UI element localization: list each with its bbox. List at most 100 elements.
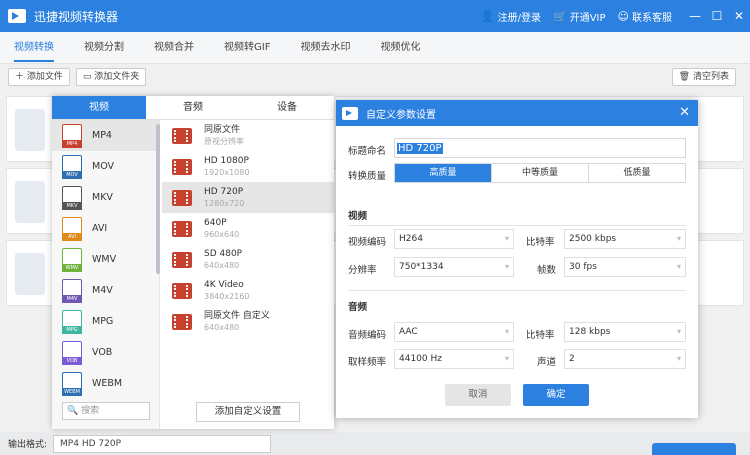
add-custom-settings-button[interactable]: 添加自定义设置 [196, 402, 300, 422]
format-item-mpg[interactable]: MPG MPG [52, 306, 159, 337]
chat-icon: ☺ [617, 9, 629, 23]
app-title: 迅捷视频转换器 [34, 9, 119, 24]
format-item-mp4[interactable]: MP4 MP4 [52, 120, 159, 151]
preset-item[interactable]: HD 720P 1280x720 [162, 182, 334, 213]
preset-resolution: 960x640 [204, 229, 240, 239]
vip-link[interactable]: 🛒 开通VIP [553, 9, 606, 24]
cancel-button[interactable]: 取消 [445, 384, 511, 406]
video-codec-value: H264 [399, 234, 423, 244]
preset-item[interactable]: 同原文件 自定义 640x480 [162, 306, 334, 337]
preset-item[interactable]: SD 480P 640x480 [162, 244, 334, 275]
sample-rate-select[interactable]: 44100 Hz ▾ [394, 349, 514, 369]
format-item-webm[interactable]: WEBM WEBM [52, 368, 159, 399]
quality-high-button[interactable]: 高质量 [395, 164, 491, 182]
maximize-button[interactable]: ☐ [706, 9, 728, 23]
format-search-input[interactable]: 🔍 搜索 [62, 402, 150, 420]
divider [348, 225, 686, 226]
close-window-button[interactable]: ✕ [728, 9, 750, 23]
dialog-header: 自定义参数设置 ✕ [336, 100, 698, 126]
tab-video-merge[interactable]: 视频合并 [154, 32, 194, 64]
format-label: VOB [92, 347, 113, 358]
format-icon-tag: MPG [62, 325, 82, 334]
preset-item[interactable]: 同原文件 原视分辨率 [162, 120, 334, 151]
chevron-down-icon: ▾ [676, 262, 681, 271]
film-icon [172, 189, 192, 206]
format-item-avi[interactable]: AVI AVI [52, 213, 159, 244]
fps-select[interactable]: 30 fps ▾ [564, 257, 686, 277]
tab-video-optimize[interactable]: 视频优化 [380, 32, 420, 64]
video-bitrate-value: 2500 kbps [569, 234, 617, 244]
login-link[interactable]: 👤 注册/登录 [481, 9, 541, 24]
audio-codec-select[interactable]: AAC ▾ [394, 322, 514, 342]
output-format-select[interactable]: MP4 HD 720P [53, 434, 272, 453]
audio-codec-label: 音频编码 [348, 330, 387, 341]
chevron-down-icon: ▾ [676, 327, 681, 336]
close-icon[interactable]: ✕ [679, 105, 690, 120]
channel-label: 声道 [537, 357, 557, 368]
quality-medium-button[interactable]: 中等质量 [491, 164, 588, 182]
preset-item[interactable]: 640P 960x640 [162, 213, 334, 244]
preset-item[interactable]: HD 1080P 1920x1080 [162, 151, 334, 182]
clear-list-label: 清空列表 [692, 72, 729, 82]
convert-all-button[interactable] [652, 443, 736, 455]
tab-video[interactable]: 视频 [52, 96, 146, 119]
vip-label: 开通VIP [569, 12, 606, 24]
add-file-label: 添加文件 [26, 72, 63, 82]
name-label: 标题命名 [348, 146, 387, 157]
channel-select[interactable]: 2 ▾ [564, 349, 686, 369]
support-link[interactable]: ☺ 联系客服 [618, 9, 672, 24]
audio-bitrate-select[interactable]: 128 kbps ▾ [564, 322, 686, 342]
tab-video-to-gif[interactable]: 视频转GIF [224, 32, 270, 64]
chevron-down-icon: ▾ [676, 354, 681, 363]
add-folder-button[interactable]: ▭ 添加文件夹 [75, 68, 147, 86]
preset-resolution: 原视分辨率 [204, 136, 244, 146]
video-codec-select[interactable]: H264 ▾ [394, 229, 514, 249]
title-name-input[interactable]: HD 720P [394, 138, 686, 158]
chevron-down-icon: ▾ [504, 262, 509, 271]
tab-video-split[interactable]: 视频分割 [84, 32, 124, 64]
user-icon: 👤 [480, 9, 495, 23]
search-icon: 🔍 [67, 406, 79, 416]
film-icon [172, 158, 192, 175]
preset-name: 同原文件 [204, 124, 241, 135]
format-icon-tag: MOV [62, 170, 82, 179]
tab-video-convert[interactable]: 视频转换 [14, 32, 54, 64]
preset-item[interactable]: 4K Video 3840x2160 [162, 275, 334, 306]
preset-resolution: 3840x2160 [204, 291, 250, 301]
format-icon-tag: MKV [62, 201, 82, 210]
format-label: WEBM [92, 378, 123, 389]
chevron-down-icon: ▾ [676, 234, 681, 243]
video-codec-label: 视频编码 [348, 237, 387, 248]
film-icon [172, 282, 192, 299]
chevron-down-icon: ▾ [504, 327, 509, 336]
format-item-mkv[interactable]: MKV MKV [52, 182, 159, 213]
confirm-button[interactable]: 确定 [523, 384, 589, 406]
quality-selector: 高质量 中等质量 低质量 [394, 163, 686, 183]
custom-settings-dialog: 自定义参数设置 ✕ 标题命名 HD 720P 转换质量 高质量 中等质量 低质量… [336, 100, 698, 418]
format-item-mov[interactable]: MOV MOV [52, 151, 159, 182]
resolution-select[interactable]: 750*1334 ▾ [394, 257, 514, 277]
video-bitrate-select[interactable]: 2500 kbps ▾ [564, 229, 686, 249]
quality-low-button[interactable]: 低质量 [588, 164, 685, 182]
tab-remove-watermark[interactable]: 视频去水印 [300, 32, 350, 64]
divider [348, 290, 686, 291]
preset-list: 同原文件 原视分辨率 HD 1080P 1920x1080 HD 720P 1280x72… [162, 120, 334, 429]
format-list-scrollbar[interactable] [156, 124, 160, 274]
add-file-button[interactable]: ＋ 添加文件 [8, 68, 70, 86]
preset-name: 640P [204, 217, 227, 228]
format-icon-tag: AVI [62, 232, 82, 241]
format-item-wmv[interactable]: WMV WMV [52, 244, 159, 275]
format-item-m4v[interactable]: M4V M4V [52, 275, 159, 306]
tab-device[interactable]: 设备 [240, 96, 334, 119]
tab-audio[interactable]: 音频 [146, 96, 240, 119]
app-logo-icon [8, 9, 26, 23]
format-item-vob[interactable]: VOB VOB [52, 337, 159, 368]
minimize-button[interactable]: — [684, 9, 706, 23]
file-format-icon: VOB [62, 340, 82, 365]
file-format-icon: WMV [62, 247, 82, 272]
format-list: MP4 MP4 MOV MOV MKV MKV AVI AVI WMV WMV M4V M4V MPG M… [52, 120, 160, 429]
search-placeholder: 搜索 [81, 406, 100, 416]
title-name-value: HD 720P [397, 142, 443, 154]
clear-list-button[interactable]: 🗑 清空列表 [671, 68, 736, 86]
format-icon-tag: VOB [62, 356, 82, 365]
